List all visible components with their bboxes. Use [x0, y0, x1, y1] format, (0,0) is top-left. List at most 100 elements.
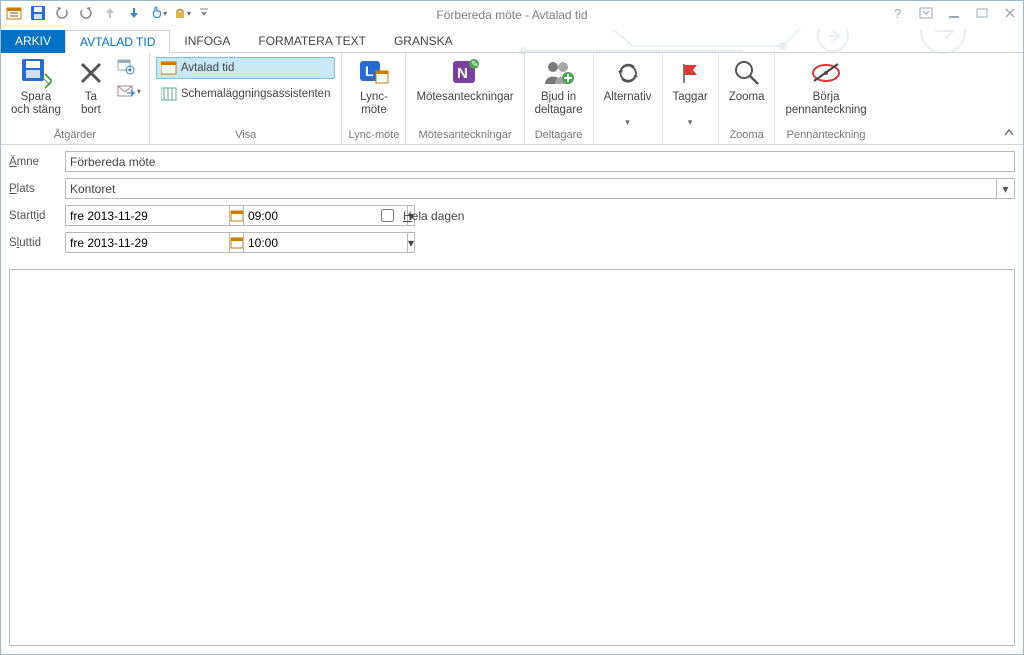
- row-end: Sluttid ▾: [9, 232, 1015, 253]
- lync-label: Lync- möte: [360, 91, 388, 117]
- tab-review[interactable]: GRANSKA: [380, 30, 467, 53]
- forward-icon[interactable]: ▾: [117, 81, 143, 101]
- subject-input[interactable]: [65, 151, 1015, 172]
- undo-icon[interactable]: [53, 4, 71, 22]
- schedule-icon: [161, 86, 177, 102]
- group-options: Alternativ ▾: [594, 53, 663, 144]
- end-time-wrap: ▾: [243, 232, 359, 253]
- tab-format-text[interactable]: FORMATERA TEXT: [244, 30, 380, 53]
- start-time-wrap: ▾: [243, 205, 359, 226]
- group-zoom-label: Zooma: [729, 128, 763, 144]
- arrow-down-icon[interactable]: [125, 4, 143, 22]
- row-start: Starttid ▾ Hela dagen: [9, 205, 1015, 226]
- group-zoom: Zooma Zooma: [719, 53, 776, 144]
- ribbon-options-icon[interactable]: [917, 4, 935, 22]
- touch-mode-icon[interactable]: ▾: [149, 4, 167, 22]
- lync-meeting-button[interactable]: L Lync- möte: [354, 55, 394, 119]
- body-editor[interactable]: [9, 269, 1015, 646]
- group-tags: Taggar ▾: [663, 53, 719, 144]
- calendar-icon[interactable]: [5, 4, 23, 22]
- tags-button[interactable]: Taggar ▾: [669, 55, 712, 127]
- svg-text:N: N: [457, 65, 468, 82]
- group-ink: Börja pennanteckning Pennanteckning: [775, 53, 876, 144]
- tab-insert[interactable]: INFOGA: [170, 30, 244, 53]
- options-button[interactable]: Alternativ ▾: [600, 55, 656, 127]
- redo-icon[interactable]: [77, 4, 95, 22]
- group-actions-label: Åtgärder: [54, 128, 96, 144]
- end-time-dropdown-icon[interactable]: ▾: [408, 232, 415, 253]
- group-ink-label: Pennanteckning: [787, 128, 866, 144]
- start-date-wrap: [65, 205, 235, 226]
- maximize-icon[interactable]: [973, 4, 991, 22]
- invite-attendees-button[interactable]: Bjud in deltagare: [531, 55, 587, 119]
- notes-label: Mötesanteckningar: [416, 91, 513, 104]
- ribbon-tabs: ARKIV AVTALAD TID INFOGA FORMATERA TEXT …: [1, 29, 1023, 53]
- window-controls: ?: [889, 4, 1019, 22]
- qat-customize-icon[interactable]: [197, 4, 211, 22]
- recurrence-icon: [612, 57, 644, 89]
- copy-to-calendar-icon[interactable]: [117, 57, 137, 77]
- end-label: Sluttid: [9, 237, 65, 249]
- delete-label: Ta bort: [81, 91, 101, 117]
- delete-button[interactable]: Ta bort: [71, 55, 111, 119]
- flag-icon: [674, 57, 706, 89]
- calendar-small-icon: [161, 60, 177, 76]
- meeting-notes-button[interactable]: N✎ Mötesanteckningar: [412, 55, 517, 106]
- allday-wrap[interactable]: Hela dagen: [377, 206, 464, 225]
- end-time-input[interactable]: [243, 232, 408, 253]
- allday-label: Hela dagen: [403, 209, 464, 223]
- svg-text:?: ?: [894, 6, 901, 20]
- group-lync: L Lync- möte Lync-möte: [342, 53, 406, 144]
- svg-text:L: L: [365, 63, 374, 79]
- group-attendees: Bjud in deltagare Deltagare: [525, 53, 594, 144]
- end-date-wrap: [65, 232, 235, 253]
- save-close-label: Spara och stäng: [11, 91, 61, 117]
- tab-format-label: FORMATERA TEXT: [258, 34, 366, 48]
- save-and-close-button[interactable]: Spara och stäng: [7, 55, 65, 119]
- ink-icon: [810, 57, 842, 89]
- group-lync-label: Lync-möte: [348, 128, 399, 144]
- ink-label: Börja pennanteckning: [785, 91, 866, 117]
- onenote-icon: N✎: [449, 57, 481, 89]
- invite-label: Bjud in deltagare: [535, 91, 583, 117]
- subject-label: Ämne: [9, 156, 65, 168]
- tags-label: Taggar: [673, 91, 708, 117]
- zoom-label: Zooma: [729, 91, 765, 104]
- options-label: Alternativ: [604, 91, 652, 117]
- save-close-icon: [20, 57, 52, 89]
- zoom-button[interactable]: Zooma: [725, 55, 769, 106]
- close-icon[interactable]: [1001, 4, 1019, 22]
- ribbon: Spara och stäng Ta bort ▾: [1, 53, 1023, 145]
- minimize-icon[interactable]: [945, 4, 963, 22]
- group-attendees-label: Deltagare: [535, 128, 583, 144]
- scheduling-assistant-button[interactable]: Schemaläggningsassistenten: [156, 83, 336, 105]
- tab-appointment-label: AVTALAD TID: [80, 35, 155, 49]
- arrow-up-icon[interactable]: [101, 4, 119, 22]
- group-actions: Spara och stäng Ta bort ▾: [1, 53, 150, 144]
- delete-icon: [75, 57, 107, 89]
- titlebar: ▾ ▾ Förbereda möte - Avtalad tid ?: [1, 1, 1023, 29]
- location-input[interactable]: [65, 178, 997, 199]
- lock-icon[interactable]: ▾: [173, 4, 191, 22]
- start-date-input[interactable]: [65, 205, 230, 226]
- appointment-view-button[interactable]: Avtalad tid: [156, 57, 336, 79]
- start-inking-button[interactable]: Börja pennanteckning: [781, 55, 870, 119]
- tab-file[interactable]: ARKIV: [1, 30, 65, 53]
- save-icon[interactable]: [29, 4, 47, 22]
- end-date-input[interactable]: [65, 232, 230, 253]
- row-location: Plats ▾: [9, 178, 1015, 199]
- collapse-ribbon-icon[interactable]: [1003, 127, 1015, 142]
- start-label: Starttid: [9, 210, 65, 222]
- tab-appointment[interactable]: AVTALAD TID: [65, 30, 170, 53]
- quick-access-toolbar: ▾ ▾: [5, 4, 211, 22]
- appointment-view-label: Avtalad tid: [181, 62, 235, 74]
- group-notes: N✎ Mötesanteckningar Mötesanteckningar: [406, 53, 524, 144]
- tab-insert-label: INFOGA: [184, 34, 230, 48]
- help-icon[interactable]: ?: [889, 4, 907, 22]
- appointment-window: ▾ ▾ Förbereda möte - Avtalad tid ?: [0, 0, 1024, 655]
- location-dropdown-icon[interactable]: ▾: [997, 178, 1015, 199]
- allday-checkbox[interactable]: [381, 209, 394, 222]
- appointment-form: Ämne Plats ▾ Starttid: [1, 145, 1023, 265]
- lync-icon: L: [358, 57, 390, 89]
- invite-icon: [543, 57, 575, 89]
